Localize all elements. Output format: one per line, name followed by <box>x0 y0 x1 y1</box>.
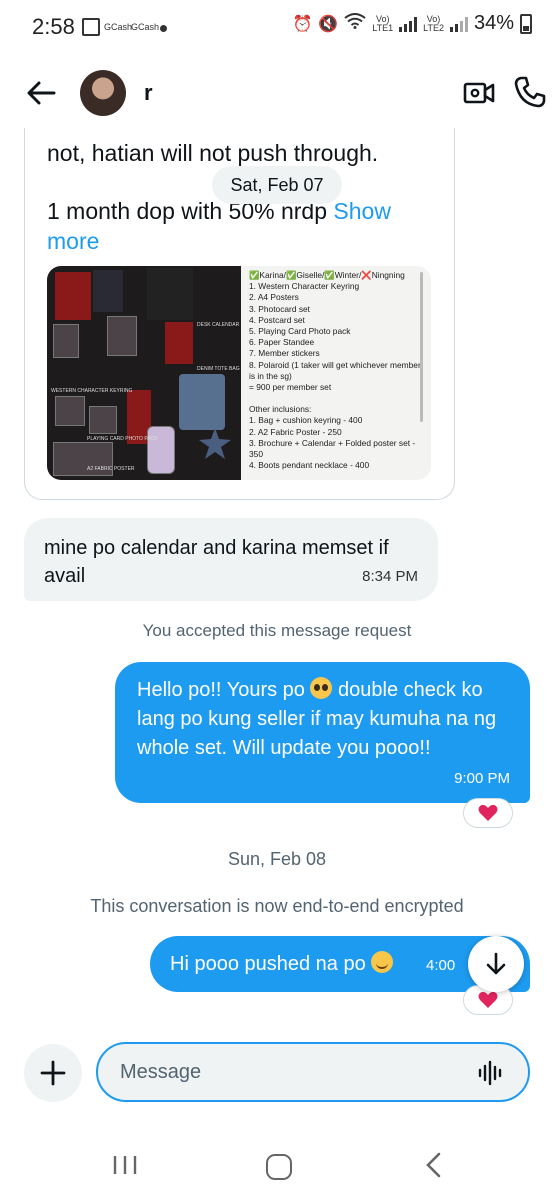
phone-icon[interactable] <box>512 74 548 110</box>
notification-gcash-2: GCash <box>131 22 160 32</box>
message-text: Hello po!! Yours po double check ko lang… <box>137 677 497 759</box>
status-bar: 2:58 GCash GCash ⏰ 🔇 Vo) LTE1 Vo) LTE2 34% <box>0 0 554 58</box>
gallery-icon <box>82 18 100 36</box>
message-text: Hi pooo pushed na po <box>170 951 394 976</box>
shared-post-image[interactable]: WESTERN CHARACTER KEYRING DESK CALENDAR … <box>47 266 431 480</box>
mute-icon: 🔇 <box>318 15 339 33</box>
arrow-down-icon <box>486 952 506 975</box>
message-input[interactable] <box>96 1042 530 1102</box>
add-attachment-button[interactable] <box>24 1044 82 1102</box>
video-call-icon[interactable] <box>462 76 496 110</box>
outgoing-message-bubble[interactable]: Hello po!! Yours po double check ko lang… <box>115 662 530 803</box>
status-icons: ⏰ 🔇 Vo) LTE1 Vo) LTE2 34% <box>292 12 532 35</box>
nav-back-icon[interactable] <box>424 1152 444 1178</box>
voice-message-icon[interactable] <box>476 1058 506 1088</box>
scroll-to-bottom-button[interactable] <box>468 936 524 992</box>
status-time: 2:58 <box>32 14 75 39</box>
battery-icon <box>520 13 532 34</box>
system-navigation-bar <box>0 1130 554 1200</box>
system-message-accepted: You accepted this message request <box>142 621 412 640</box>
pleading-face-emoji-icon <box>310 677 333 699</box>
home-icon[interactable] <box>266 1154 292 1180</box>
notification-gcash-1: GCash <box>104 22 133 32</box>
avatar[interactable] <box>80 70 126 116</box>
wifi-icon <box>344 13 366 34</box>
contact-name[interactable]: r <box>144 80 153 106</box>
message-time: 9:00 PM <box>454 770 510 787</box>
date-separator-sat: Sat, Feb 07 <box>212 166 342 204</box>
sim1-indicator: Vo) LTE1 <box>372 13 394 33</box>
sim2-indicator: Vo) LTE2 <box>423 13 444 33</box>
message-time: 8:34 PM <box>362 568 418 585</box>
more-notifications-dot <box>160 25 167 32</box>
heart-reaction[interactable] <box>463 798 513 828</box>
system-message-encrypted: This conversation is now end-to-end encr… <box>90 896 464 916</box>
heart-icon <box>478 804 498 821</box>
incoming-message-bubble[interactable]: mine po calendar and karina memset if av… <box>24 518 438 601</box>
heart-icon <box>478 991 498 1008</box>
alarm-icon: ⏰ <box>292 15 313 33</box>
plus-icon <box>40 1060 66 1086</box>
smiling-face-emoji-icon <box>371 951 394 973</box>
merch-price-list: ✅Karina/✅Giselle/✅Winter/❌Ningning 1. We… <box>241 266 431 480</box>
battery-percent: 34% <box>473 12 514 34</box>
message-time: 4:00 <box>426 957 456 974</box>
signal-2-icon <box>449 16 468 32</box>
recent-apps-icon[interactable] <box>112 1154 138 1176</box>
merch-photo: WESTERN CHARACTER KEYRING DESK CALENDAR … <box>47 266 241 480</box>
date-separator-sun: Sun, Feb 08 <box>227 849 327 869</box>
signal-1-icon <box>399 16 418 32</box>
back-arrow-icon[interactable] <box>24 76 58 110</box>
conversation-header: r <box>0 58 554 128</box>
